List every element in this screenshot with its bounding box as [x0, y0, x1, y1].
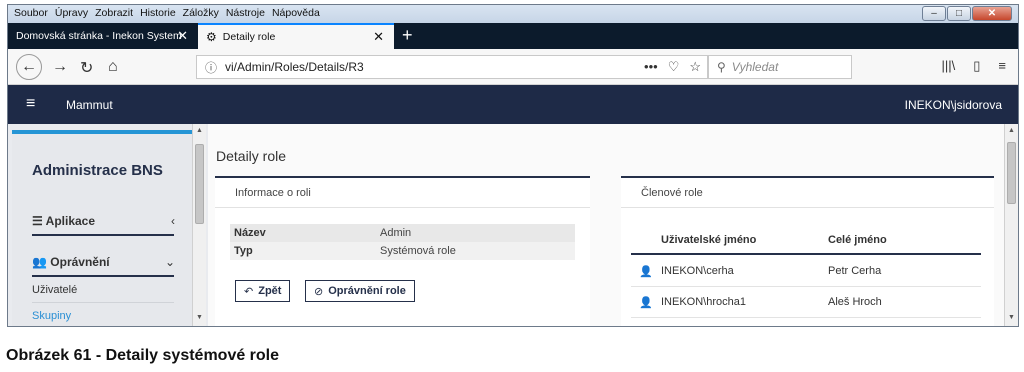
maximize-button[interactable]: □ [947, 6, 971, 21]
sidebar-link-uzivatele[interactable]: Uživatelé [32, 284, 77, 296]
back-button[interactable]: ← [16, 54, 42, 80]
role-info-card: Informace o roli Název Admin Typ Systémo… [215, 176, 590, 326]
app-name[interactable]: Mammut [66, 98, 113, 112]
reload-button[interactable]: ↻ [80, 58, 93, 78]
tab-domovska-stranka[interactable]: Domovská stránka - Inekon System ✕ [8, 23, 198, 49]
back-button[interactable]: ↶ Zpět [235, 280, 291, 302]
sidebar-scrollbar[interactable]: ▲ ▼ [192, 124, 206, 326]
menu-bar: Soubor Úpravy Zobrazit Historie Záložky … [8, 5, 1018, 23]
menu-historie[interactable]: Historie [140, 7, 176, 19]
tab-close-icon[interactable]: ✕ [373, 29, 384, 45]
page-content: Administrace BNS ☰ Aplikace ‹ 👥 Oprávněn… [8, 124, 1018, 326]
sidebar: Administrace BNS ☰ Aplikace ‹ 👥 Oprávněn… [12, 130, 192, 326]
table-row[interactable]: 👤 INEKON\hrocha1 Aleš Hroch [631, 287, 981, 318]
menu-zalozky[interactable]: Záložky [183, 7, 219, 19]
browser-window: Soubor Úpravy Zobrazit Historie Záložky … [7, 4, 1019, 327]
url-text: vi/Admin/Roles/Details/R3 [225, 60, 364, 74]
chevron-down-icon: ⌄ [164, 255, 175, 269]
cell-fullname: Petr Cerha [828, 265, 882, 277]
page-actions-icon[interactable]: ••• [644, 59, 658, 75]
tab-close-icon[interactable]: ✕ [177, 28, 188, 44]
divider [32, 234, 174, 236]
user-icon: 👤 [639, 297, 653, 309]
role-permissions-button[interactable]: ⊘ Oprávnění role [305, 280, 415, 302]
sidebar-link-skupiny[interactable]: Skupiny [32, 310, 71, 322]
menu-soubor[interactable]: Soubor [14, 7, 48, 19]
info-key: Typ [234, 245, 253, 257]
tab-label: Detaily role [222, 31, 276, 43]
gear-icon: ⚙ [206, 30, 217, 44]
scrollbar-thumb[interactable] [1007, 142, 1016, 204]
button-label: Zpět [258, 285, 282, 297]
cell-fullname: Aleš Hroch [828, 296, 882, 308]
table-row[interactable]: 👤 INEKON\cerha Petr Cerha [631, 256, 981, 287]
sidebar-item-label: Oprávnění [50, 255, 110, 269]
sidebar-toggle-icon[interactable]: ▯ [973, 58, 980, 74]
undo-arrow-icon: ↶ [244, 285, 254, 298]
sidebar-item-opravneni[interactable]: 👥 Oprávnění ⌄ [32, 255, 177, 269]
list-icon: ☰ [32, 214, 46, 228]
cell-username: INEKON\hrocha1 [661, 296, 746, 308]
sidebar-title: Administrace BNS [32, 162, 163, 179]
info-value: Systémová role [380, 245, 456, 257]
pocket-icon[interactable]: ♡ [668, 59, 680, 75]
app-header: ≡ Mammut INEKON\jsidorova [8, 85, 1018, 124]
column-header-fullname[interactable]: Celé jméno [828, 234, 887, 246]
figure-caption: Obrázek 61 - Detaily systémové role [6, 347, 280, 364]
url-bar[interactable]: ⓘ vi/Admin/Roles/Details/R3 ••• ♡ ☆ [196, 55, 708, 79]
menu-zobrazit[interactable]: Zobrazit [95, 7, 133, 19]
search-placeholder: Vyhledat [731, 60, 779, 74]
forward-button[interactable]: → [52, 58, 68, 76]
info-value: Admin [380, 227, 412, 239]
menu-upravy[interactable]: Úpravy [55, 7, 88, 19]
card-heading: Informace o roli [215, 178, 590, 208]
cell-username: INEKON\cerha [661, 265, 734, 277]
sidebar-item-aplikace[interactable]: ☰ Aplikace ‹ [32, 214, 177, 228]
search-icon: ⚲ [717, 60, 726, 74]
scroll-up-arrow-icon[interactable]: ▲ [196, 127, 203, 134]
column-header-username[interactable]: Uživatelské jméno [661, 234, 756, 246]
tab-label: Domovská stránka - Inekon System [16, 30, 182, 42]
page-title: Detaily role [216, 148, 287, 164]
minimize-button[interactable]: – [922, 6, 946, 21]
new-tab-button[interactable]: + [402, 25, 413, 46]
main-panel: Detaily role Informace o roli Název Admi… [208, 124, 1004, 326]
divider [32, 302, 174, 303]
home-icon[interactable]: ⌂ [108, 58, 118, 76]
menu-toggle-icon[interactable]: ≡ [26, 95, 35, 113]
info-row: Typ Systémová role [230, 242, 575, 260]
menu-nastroje[interactable]: Nástroje [226, 7, 265, 19]
info-key: Název [234, 227, 266, 239]
hamburger-menu-icon[interactable]: ≡ [998, 58, 1006, 74]
user-icon: 👤 [639, 266, 653, 278]
menu-napoveda[interactable]: Nápověda [272, 7, 320, 19]
button-label: Oprávnění role [328, 285, 406, 297]
info-row: Název Admin [230, 224, 575, 242]
info-icon[interactable]: ⓘ [205, 59, 217, 76]
card-heading: Členové role [621, 178, 994, 208]
scroll-down-arrow-icon[interactable]: ▼ [1008, 314, 1015, 321]
role-members-card: Členové role Uživatelské jméno Celé jmén… [621, 176, 994, 326]
scroll-up-arrow-icon[interactable]: ▲ [1008, 127, 1015, 134]
tab-bar: Domovská stránka - Inekon System ✕ ⚙ Det… [8, 23, 1018, 49]
page-scrollbar[interactable]: ▲ ▼ [1004, 124, 1018, 326]
search-input[interactable]: ⚲ Vyhledat [708, 55, 852, 79]
ban-icon: ⊘ [314, 285, 324, 298]
divider [32, 275, 174, 277]
navigation-toolbar: ← → ↻ ⌂ ⓘ vi/Admin/Roles/Details/R3 ••• … [8, 49, 1018, 85]
user-name[interactable]: INEKON\jsidorova [905, 98, 1002, 112]
users-icon: 👥 [32, 255, 51, 269]
table-header-rule [631, 253, 981, 255]
bookmark-star-icon[interactable]: ☆ [689, 59, 701, 75]
chevron-left-icon: ‹ [171, 214, 175, 228]
window-close-button[interactable]: ✕ [972, 6, 1012, 21]
sidebar-item-label: Aplikace [45, 214, 96, 228]
scroll-down-arrow-icon[interactable]: ▼ [196, 314, 203, 321]
scrollbar-thumb[interactable] [195, 144, 204, 224]
tab-detaily-role[interactable]: ⚙ Detaily role ✕ [198, 23, 394, 49]
library-icon[interactable]: |||\ [942, 58, 956, 74]
